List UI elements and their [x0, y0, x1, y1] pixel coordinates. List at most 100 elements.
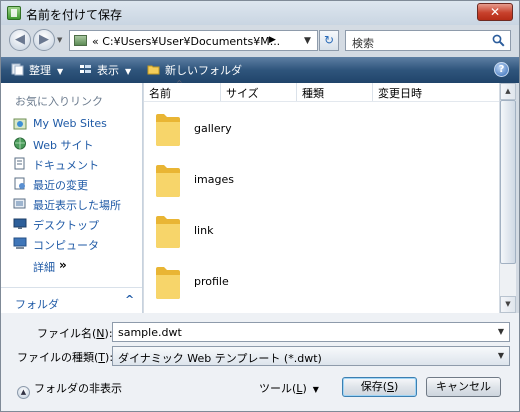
save-button[interactable]: 保存(S): [342, 377, 417, 397]
header-divider: [144, 101, 499, 102]
favorite-label: Web サイト: [33, 139, 94, 152]
desktop-icon: [13, 218, 27, 229]
organize-icon: [11, 63, 24, 76]
globe-icon: [14, 137, 26, 150]
favorite-documents[interactable]: ドキュメント: [13, 155, 141, 173]
favorite-desktop[interactable]: デスクトップ: [13, 215, 141, 233]
folder-icon: [156, 216, 180, 248]
search-input[interactable]: 検索: [345, 30, 511, 51]
recent-changes-icon: [14, 177, 25, 190]
favorite-my-web-sites[interactable]: My Web Sites: [13, 115, 141, 133]
scroll-up-button[interactable]: ▲: [500, 83, 516, 100]
close-button[interactable]: ✕: [477, 3, 513, 21]
favorite-recent-places[interactable]: 最近表示した場所: [13, 195, 141, 213]
file-name: profile: [194, 275, 229, 288]
save-as-dialog: 名前を付けて保存 ✕ ◀ ▶ ▼ « C:¥Users¥User¥Documen…: [0, 0, 520, 412]
new-folder-button[interactable]: 新しいフォルダ: [147, 62, 242, 78]
favorites-header: お気に入りリンク: [15, 95, 103, 108]
cancel-button[interactable]: キャンセル: [426, 377, 501, 397]
organize-menu[interactable]: 整理 ▼: [11, 62, 63, 78]
folders-label: フォルダ: [15, 298, 59, 311]
column-label: サイズ: [226, 87, 259, 100]
favorite-label: コンピュータ: [33, 239, 99, 252]
file-list: ^ 名前 サイズ 種類 変更日時 gallery images link pro…: [144, 79, 499, 313]
back-button[interactable]: ◀: [9, 29, 31, 51]
column-header-name[interactable]: ^ 名前: [144, 79, 221, 101]
chevron-right-icon[interactable]: »: [59, 258, 67, 272]
web-sites-icon: [13, 118, 27, 130]
address-dropdown-icon[interactable]: ▼: [304, 36, 311, 46]
favorite-label: My Web Sites: [33, 117, 107, 130]
folder-row[interactable]: link: [144, 206, 484, 256]
favorite-recent-changes[interactable]: 最近の変更: [13, 175, 141, 193]
sort-ascending-icon: ^: [176, 79, 183, 88]
refresh-button[interactable]: ↻: [319, 30, 339, 51]
favorite-label: デスクトップ: [33, 219, 99, 232]
filename-value: sample.dwt: [118, 326, 182, 339]
column-label: 名前: [149, 87, 171, 100]
forward-button[interactable]: ▶: [33, 29, 55, 51]
favorite-label: ドキュメント: [33, 159, 99, 172]
views-icon: [80, 65, 91, 73]
views-menu[interactable]: 表示 ▼: [79, 62, 131, 78]
address-bar[interactable]: « C:¥Users¥User¥Documents¥M... ▶ ▼: [69, 30, 318, 51]
folder-row[interactable]: gallery: [144, 104, 484, 154]
filename-input[interactable]: sample.dwt ▼: [112, 322, 510, 342]
window-title: 名前を付けて保存: [26, 8, 123, 22]
chevron-up-icon: ▲: [17, 386, 30, 399]
column-header-type[interactable]: 種類: [297, 83, 373, 101]
views-label: 表示: [97, 64, 119, 77]
chevron-down-icon: ▼: [312, 385, 319, 394]
favorite-computer[interactable]: コンピュータ: [13, 235, 141, 253]
breadcrumb-arrow-icon[interactable]: ▶: [269, 35, 276, 45]
column-header-size[interactable]: サイズ: [221, 83, 297, 101]
column-header-modified[interactable]: 変更日時: [373, 83, 499, 101]
address-path: « C:¥Users¥User¥Documents¥M...: [92, 35, 281, 48]
folder-icon: [156, 267, 180, 299]
folder-location-icon: [74, 35, 87, 46]
title-bar: 名前を付けて保存 ✕: [1, 1, 519, 25]
recent-places-icon: [13, 198, 26, 209]
folders-toggle[interactable]: フォルダ ^: [1, 287, 142, 313]
save-form: ファイル名(N): sample.dwt ▼ ファイルの種類(T): ダイナミッ…: [1, 313, 519, 411]
chevron-down-icon[interactable]: ▼: [498, 351, 504, 360]
favorite-label: 最近表示した場所: [33, 199, 121, 212]
scroll-down-button[interactable]: ▼: [500, 296, 516, 313]
favorite-label: 最近の変更: [33, 179, 88, 192]
hide-folders-label: フォルダの非表示: [34, 382, 122, 395]
more-link[interactable]: 詳細: [33, 259, 55, 275]
vertical-scrollbar[interactable]: ▲ ▼: [499, 83, 516, 313]
file-name: gallery: [194, 122, 232, 135]
column-label: 変更日時: [378, 87, 422, 100]
folder-icon: [156, 165, 180, 197]
new-folder-label: 新しいフォルダ: [165, 64, 242, 77]
chevron-down-icon: ▼: [125, 67, 132, 76]
file-name: images: [194, 173, 234, 186]
new-folder-icon: [147, 65, 160, 75]
file-name: link: [194, 224, 214, 237]
command-toolbar: 整理 ▼ 表示 ▼ 新しいフォルダ ?: [1, 57, 519, 83]
chevron-up-icon: ^: [125, 293, 135, 306]
folder-row[interactable]: profile: [144, 257, 484, 307]
filetype-value: ダイナミック Web テンプレート (*.dwt): [118, 352, 322, 365]
search-placeholder: 検索: [352, 37, 374, 50]
chevron-down-icon[interactable]: ▼: [498, 327, 504, 336]
history-dropdown-icon[interactable]: ▼: [57, 36, 62, 44]
computer-icon: [13, 237, 27, 249]
organize-label: 整理: [29, 64, 51, 77]
folder-icon: [156, 114, 180, 146]
scroll-thumb[interactable]: [500, 100, 516, 264]
filename-label: ファイル名(N):: [37, 327, 113, 340]
search-icon[interactable]: [492, 34, 505, 47]
address-row: ◀ ▶ ▼ « C:¥Users¥User¥Documents¥M... ▶ ▼…: [1, 25, 519, 55]
hide-folders-button[interactable]: ▲ フォルダの非表示: [17, 380, 122, 399]
favorite-web-sites[interactable]: Web サイト: [13, 135, 141, 153]
tools-menu[interactable]: ツール(L) ▼: [259, 380, 319, 396]
help-icon[interactable]: ?: [494, 62, 509, 77]
filetype-label: ファイルの種類(T):: [17, 351, 114, 364]
column-label: 種類: [302, 87, 324, 100]
filetype-select[interactable]: ダイナミック Web テンプレート (*.dwt) ▼: [112, 346, 510, 366]
chevron-down-icon: ▼: [57, 67, 64, 76]
folder-row[interactable]: images: [144, 155, 484, 205]
app-icon: [7, 6, 21, 20]
